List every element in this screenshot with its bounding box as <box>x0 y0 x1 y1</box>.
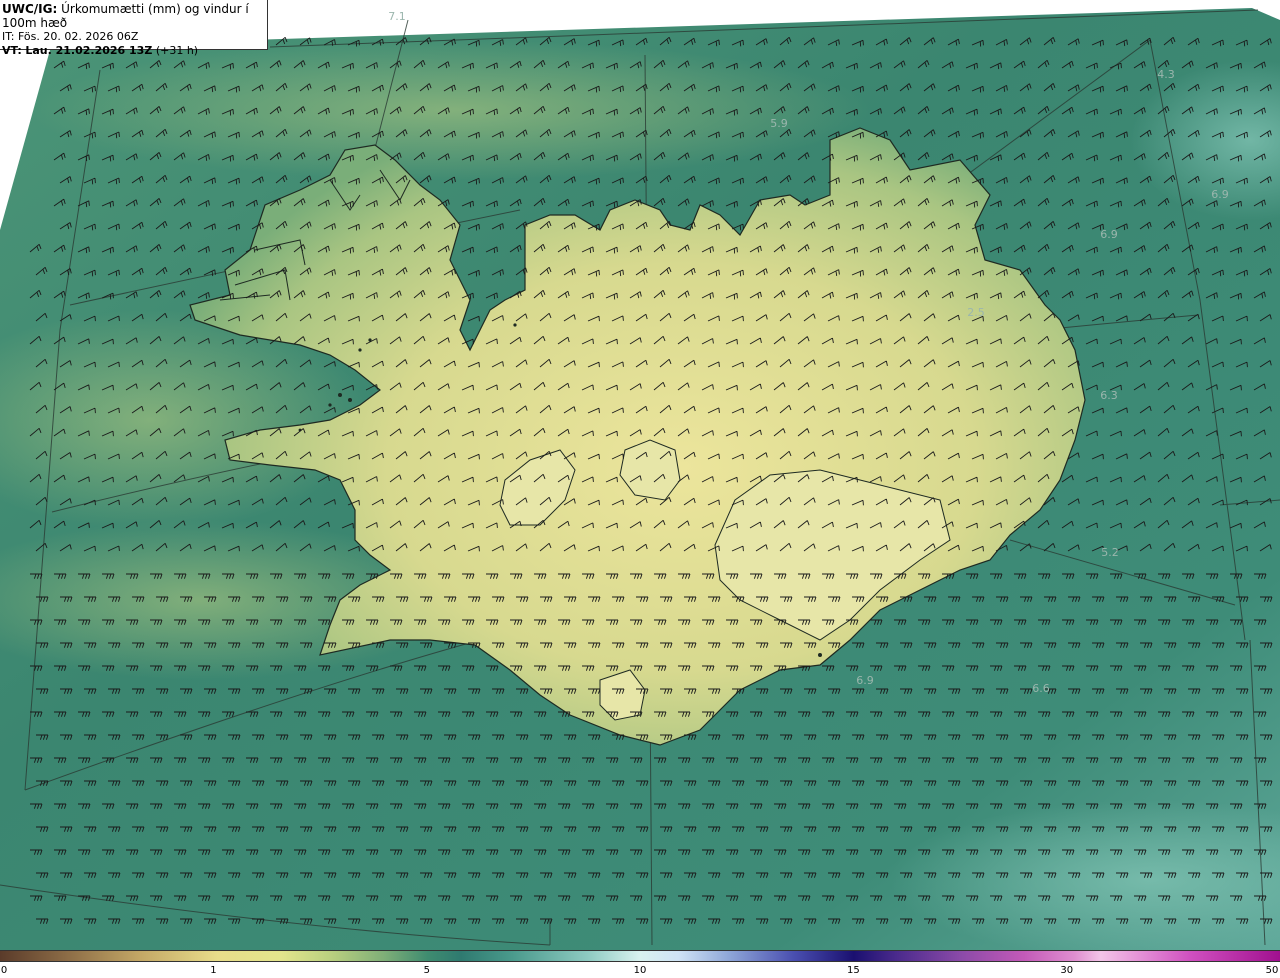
field-label: 6.6 <box>1032 682 1050 695</box>
field-label: 6.9 <box>1211 188 1229 201</box>
moisture-band-north <box>30 40 870 180</box>
model-name: UWC/IG: <box>2 2 58 16</box>
colorbar-tick-50: 50 <box>1265 965 1279 976</box>
field-label: 6.9 <box>1100 228 1118 241</box>
colorbar-tick-1: 1 <box>210 965 217 976</box>
title-line: UWC/IG: Úrkomumætti (mm) og vindur í 100… <box>2 2 267 30</box>
colorbar-tick-5: 5 <box>423 965 430 976</box>
field-label: 4.3 <box>1157 68 1175 81</box>
valid-time-line: VT: Lau. 21.02.2026 13Z (+31 h) <box>2 44 267 58</box>
colorbar-strip <box>0 950 1280 962</box>
colorbar-tick-0: 0 <box>0 965 8 976</box>
field-label: 7.1 <box>388 10 406 23</box>
map-canvas: 7.1 4.3 5.9 6.9 6.9 2.5 6.3 5.2 6.9 6.6 <box>0 0 1280 960</box>
colorbar: 0 1 5 10 15 30 50 <box>0 950 1280 978</box>
map-info-box: UWC/IG: Úrkomumætti (mm) og vindur í 100… <box>0 0 268 57</box>
colorbar-tick-30: 30 <box>1060 965 1074 976</box>
colorbar-tick-15: 15 <box>847 965 860 976</box>
field-label: 6.9 <box>856 674 874 687</box>
valid-prefix: VT: <box>2 44 22 57</box>
field-label: 6.3 <box>1100 389 1118 402</box>
precipitation-wind-map[interactable]: 7.1 4.3 5.9 6.9 6.9 2.5 6.3 5.2 6.9 6.6 <box>0 0 1280 960</box>
lead-time: (+31 h) <box>155 44 199 57</box>
field-label: 5.2 <box>1101 546 1119 559</box>
field-label: 2.5 <box>967 306 985 319</box>
valid-time: Lau. 21.02.2026 13Z <box>25 44 153 57</box>
field-label: 5.9 <box>770 117 788 130</box>
issue-time: IT: Fös. 20. 02. 2026 06Z <box>2 30 139 43</box>
colorbar-tick-10: 10 <box>633 965 647 976</box>
